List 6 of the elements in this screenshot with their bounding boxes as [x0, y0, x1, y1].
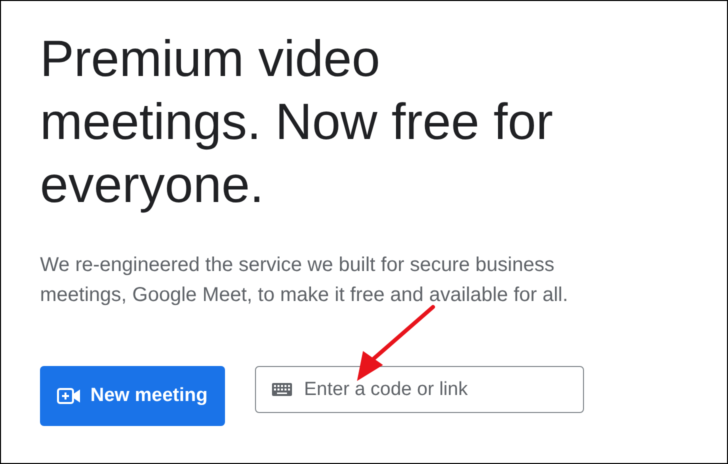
headline: Premium video meetings. Now free for everyone. — [40, 29, 554, 215]
video-plus-icon — [57, 388, 82, 404]
description: We re-engineered the service we built for secure business meetings, Google Meet, to make it free and available for all. — [40, 253, 570, 308]
new-meeting-button[interactable]: New meeting — [40, 366, 225, 426]
keyboard-icon — [272, 383, 292, 396]
code-input-field[interactable]: Enter a code or link — [255, 366, 584, 413]
